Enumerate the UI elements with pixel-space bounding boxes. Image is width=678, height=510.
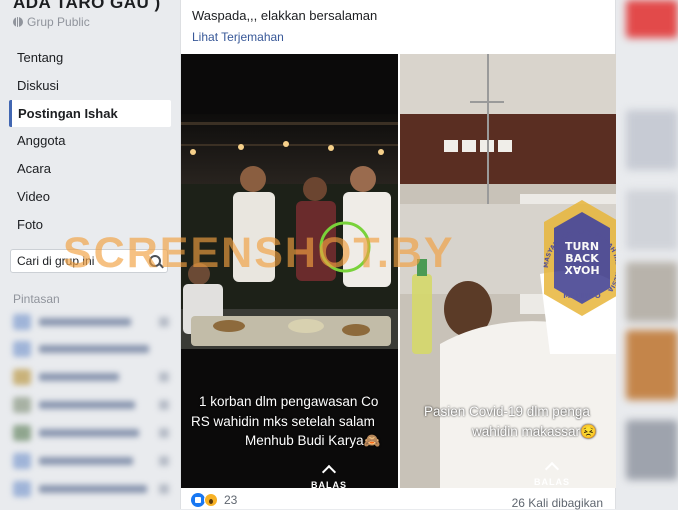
nav-item-acara[interactable]: Acara (9, 155, 171, 183)
post-text: Waspada,,, elakkan bersalaman (192, 8, 378, 23)
shortcut-label (39, 345, 149, 353)
right-ad-thumbnail[interactable] (626, 262, 678, 322)
shortcut-item[interactable] (13, 369, 169, 385)
nav-item-postingan-ishak[interactable]: Postingan Ishak (9, 99, 171, 128)
shortcut-item[interactable] (13, 481, 169, 497)
badge-bottom-text: HOAX (564, 263, 600, 276)
shortcut-badge (159, 456, 169, 466)
right-ad-thumbnail[interactable] (626, 330, 678, 400)
nav-item-diskusi[interactable]: Diskusi (9, 72, 171, 100)
photo-left[interactable]: 1 korban dlm pengawasan Co RS wahidin mk… (181, 54, 398, 488)
badge-footer-text: MAFINDO (563, 292, 600, 300)
reaction-summary[interactable]: 23 (191, 493, 237, 507)
shortcut-icon (13, 453, 31, 469)
photo-left-reply[interactable]: BALAS (309, 464, 349, 488)
photo-left-reply-label: BALAS (311, 480, 347, 488)
group-search (10, 249, 168, 273)
right-ad-thumbnail[interactable] (626, 190, 678, 250)
right-ad-thumbnail[interactable] (626, 0, 678, 38)
globe-icon (13, 17, 23, 27)
share-count[interactable]: 26 Kali dibagikan (512, 496, 603, 510)
shortcut-badge (159, 428, 169, 438)
shortcuts-heading: Pintasan (13, 292, 60, 306)
group-nav: Tentang Diskusi Postingan Ishak Anggota … (9, 44, 171, 239)
shortcut-item[interactable] (13, 453, 169, 469)
shortcut-label (39, 485, 147, 493)
shortcut-label (39, 429, 139, 437)
shortcut-item[interactable] (13, 314, 169, 330)
shortcut-label (39, 401, 135, 409)
shortcut-icon (13, 341, 31, 357)
photo-right-caption-line2: wahidin makassar😣 (472, 424, 597, 439)
photo-left-caption-line1: 1 korban dlm pengawasan Co (199, 394, 379, 409)
nav-item-anggota[interactable]: Anggota (9, 127, 171, 155)
group-name[interactable]: ADA TARO GAU ) (13, 0, 161, 13)
shortcut-item[interactable] (13, 425, 169, 441)
reaction-count: 23 (224, 493, 238, 507)
shortcut-icon (13, 314, 31, 330)
photo-right-reply-label: BALAS (534, 477, 570, 487)
group-privacy: Grup Public (13, 15, 90, 29)
chevron-up-icon (321, 464, 337, 480)
wow-reaction-icon (204, 493, 218, 507)
post-photos: 1 korban dlm pengawasan Co RS wahidin mk… (63, 54, 617, 488)
post-card: Waspada,,, elakkan bersalaman Lihat Terj… (63, 0, 617, 510)
shortcut-badge (159, 372, 169, 382)
shortcut-badge (159, 317, 169, 327)
shortcut-icon (13, 425, 31, 441)
right-ad-thumbnail[interactable] (626, 110, 678, 170)
turnbackhoax-logo: MASYARAKAT ANTI FITNAH INDONESIA TURN BA… (543, 200, 617, 316)
shortcut-item[interactable] (13, 341, 149, 357)
group-search-input[interactable] (11, 250, 147, 272)
shortcut-item[interactable] (13, 397, 169, 413)
like-reaction-icon (191, 493, 205, 507)
shortcut-icon (13, 481, 31, 497)
photo-right-reply[interactable]: BALAS (532, 461, 572, 487)
photo-left-caption-line3: Menhub Budi Karya🙈 (245, 433, 381, 448)
left-sidebar: ADA TARO GAU ) Grup Public Tentang Disku… (0, 0, 180, 509)
right-ad-thumbnail[interactable] (626, 420, 678, 480)
photo-right[interactable]: Pasien Covid-19 dlm penga wahidin makass… (400, 54, 617, 488)
nav-item-video[interactable]: Video (9, 183, 171, 211)
nav-item-tentang[interactable]: Tentang (9, 44, 171, 72)
shortcut-icon (13, 397, 31, 413)
search-icon[interactable] (149, 255, 161, 267)
nav-item-foto[interactable]: Foto (9, 211, 171, 239)
group-type-label: Grup Public (27, 15, 90, 29)
shortcut-label (39, 457, 133, 465)
shortcut-badge (159, 400, 169, 410)
shortcut-label (39, 373, 119, 381)
see-translation-link[interactable]: Lihat Terjemahan (192, 30, 284, 44)
photo-right-caption-line1: Pasien Covid-19 dlm penga (424, 404, 590, 419)
shortcut-icon (13, 369, 31, 385)
chevron-up-icon (544, 461, 560, 477)
shortcut-badge (159, 484, 169, 494)
shortcut-label (39, 318, 131, 326)
photo-left-caption-line2: RS wahidin mks setelah salam (191, 414, 375, 429)
